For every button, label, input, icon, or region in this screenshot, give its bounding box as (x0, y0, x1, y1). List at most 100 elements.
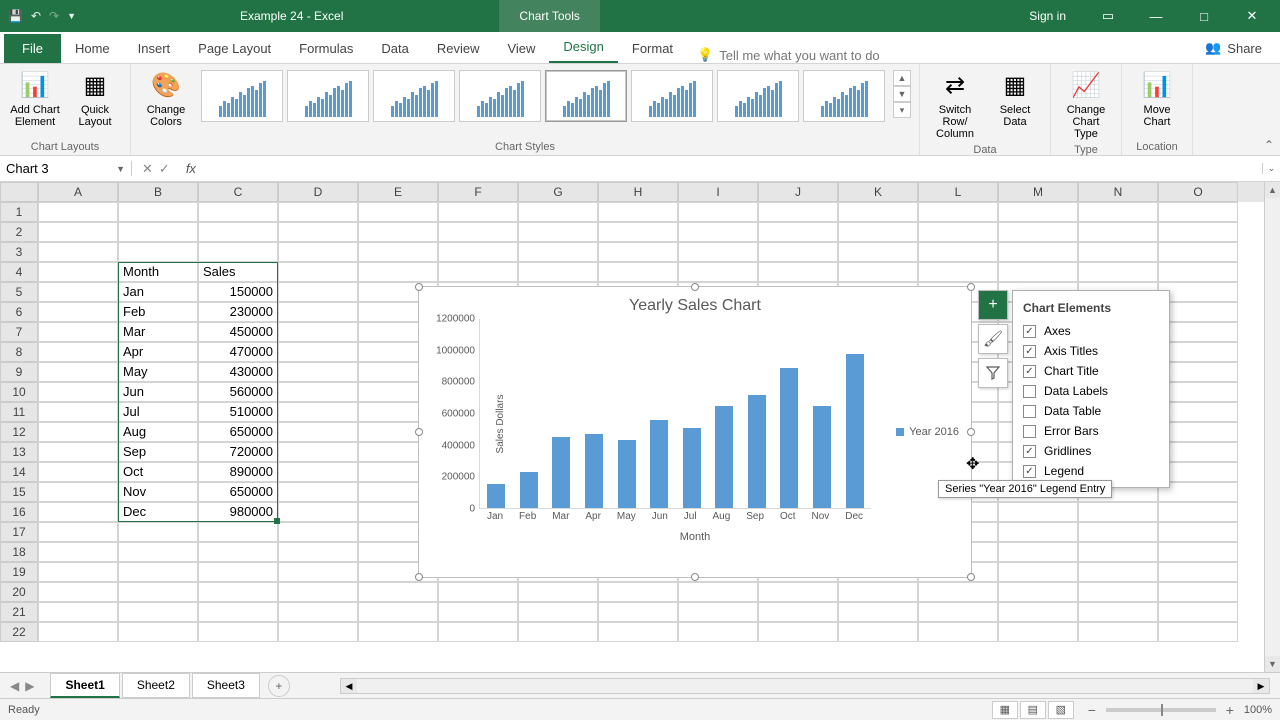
tab-data[interactable]: Data (367, 34, 422, 63)
cell[interactable] (998, 202, 1078, 222)
tab-page-layout[interactable]: Page Layout (184, 34, 285, 63)
sheet-nav-next[interactable]: ▶ (25, 679, 34, 693)
tab-insert[interactable]: Insert (124, 34, 185, 63)
row-header[interactable]: 10 (0, 382, 38, 402)
cell[interactable] (998, 502, 1078, 522)
cell[interactable]: 430000 (198, 362, 278, 382)
cell[interactable] (118, 522, 198, 542)
cell[interactable] (438, 202, 518, 222)
cell[interactable] (38, 502, 118, 522)
scroll-down-button[interactable]: ▼ (1265, 656, 1280, 672)
add-chart-element-button[interactable]: 📊Add Chart Element (8, 68, 62, 130)
cell[interactable]: 720000 (198, 442, 278, 462)
checkbox[interactable] (1023, 385, 1036, 398)
chart-element-option[interactable]: ✓Legend (1013, 461, 1169, 481)
cell[interactable] (838, 582, 918, 602)
row-header[interactable]: 21 (0, 602, 38, 622)
cell[interactable] (1158, 262, 1238, 282)
cell[interactable] (998, 522, 1078, 542)
cell[interactable] (838, 242, 918, 262)
cell[interactable] (278, 402, 358, 422)
redo-icon[interactable]: ↷ (49, 9, 59, 23)
cell[interactable] (1158, 562, 1238, 582)
cell[interactable] (1158, 442, 1238, 462)
horizontal-scrollbar[interactable]: ◀ ▶ (340, 678, 1270, 694)
cell[interactable] (1158, 322, 1238, 342)
cell[interactable] (998, 222, 1078, 242)
cell[interactable] (198, 222, 278, 242)
column-header[interactable]: D (278, 182, 358, 202)
vertical-scrollbar[interactable]: ▲ ▼ (1264, 182, 1280, 672)
style-scroll-down[interactable]: ▼ (893, 86, 911, 102)
column-header[interactable]: F (438, 182, 518, 202)
cell[interactable] (1158, 602, 1238, 622)
zoom-in-button[interactable]: + (1222, 703, 1238, 717)
ribbon-display-icon[interactable]: ▭ (1090, 8, 1126, 24)
cell[interactable] (278, 202, 358, 222)
cell[interactable] (278, 422, 358, 442)
chart-style-thumb[interactable] (201, 70, 283, 122)
cell[interactable] (38, 282, 118, 302)
cell[interactable] (1078, 262, 1158, 282)
formula-expand-icon[interactable]: ⌄ (1262, 163, 1280, 174)
zoom-slider[interactable] (1106, 708, 1216, 712)
cell[interactable] (38, 362, 118, 382)
cell[interactable] (38, 622, 118, 642)
move-chart-button[interactable]: 📊Move Chart (1130, 68, 1184, 130)
cell[interactable] (198, 622, 278, 642)
cell[interactable] (38, 522, 118, 542)
cell[interactable] (38, 382, 118, 402)
sheet-nav-prev[interactable]: ◀ (10, 679, 19, 693)
cell[interactable] (918, 222, 998, 242)
chart-styles-button[interactable]: 🖌 (978, 324, 1008, 354)
cell[interactable]: 560000 (198, 382, 278, 402)
cell[interactable] (118, 222, 198, 242)
scroll-up-button[interactable]: ▲ (1265, 182, 1280, 198)
cell[interactable] (1158, 382, 1238, 402)
collapse-ribbon-icon[interactable]: ⌃ (1264, 138, 1274, 152)
cell[interactable] (518, 622, 598, 642)
cell[interactable] (598, 582, 678, 602)
row-header[interactable]: 15 (0, 482, 38, 502)
cell[interactable] (278, 602, 358, 622)
cell[interactable] (918, 622, 998, 642)
cell[interactable] (438, 602, 518, 622)
row-header[interactable]: 20 (0, 582, 38, 602)
cell[interactable] (118, 202, 198, 222)
cell[interactable] (438, 262, 518, 282)
zoom-out-button[interactable]: − (1084, 703, 1100, 717)
chart-style-thumb[interactable] (717, 70, 799, 122)
cell[interactable] (598, 622, 678, 642)
tab-design[interactable]: Design (549, 32, 617, 63)
cell[interactable]: 450000 (198, 322, 278, 342)
checkbox[interactable] (1023, 425, 1036, 438)
cell[interactable]: 650000 (198, 482, 278, 502)
cell[interactable] (598, 202, 678, 222)
checkbox[interactable]: ✓ (1023, 345, 1036, 358)
view-page-layout-button[interactable]: ▤ (1020, 701, 1046, 719)
column-header[interactable]: K (838, 182, 918, 202)
cell[interactable] (518, 602, 598, 622)
row-header[interactable]: 22 (0, 622, 38, 642)
cell[interactable]: Sep (118, 442, 198, 462)
scroll-right-button[interactable]: ▶ (1253, 679, 1269, 693)
cell[interactable] (38, 402, 118, 422)
chart-element-option[interactable]: ✓Chart Title (1013, 361, 1169, 381)
cell[interactable] (1078, 542, 1158, 562)
cell[interactable] (358, 222, 438, 242)
cell[interactable] (118, 562, 198, 582)
view-normal-button[interactable]: ▦ (992, 701, 1018, 719)
chart-style-thumb[interactable] (287, 70, 369, 122)
cell[interactable]: Nov (118, 482, 198, 502)
cell[interactable] (1078, 622, 1158, 642)
cell[interactable] (1158, 522, 1238, 542)
cell[interactable]: Jan (118, 282, 198, 302)
style-scroll-up[interactable]: ▲ (893, 70, 911, 86)
chart-style-thumb[interactable] (631, 70, 713, 122)
row-header[interactable]: 12 (0, 422, 38, 442)
cell[interactable] (678, 242, 758, 262)
cell[interactable] (1158, 342, 1238, 362)
cell[interactable] (278, 482, 358, 502)
cell[interactable] (38, 322, 118, 342)
row-header[interactable]: 18 (0, 542, 38, 562)
